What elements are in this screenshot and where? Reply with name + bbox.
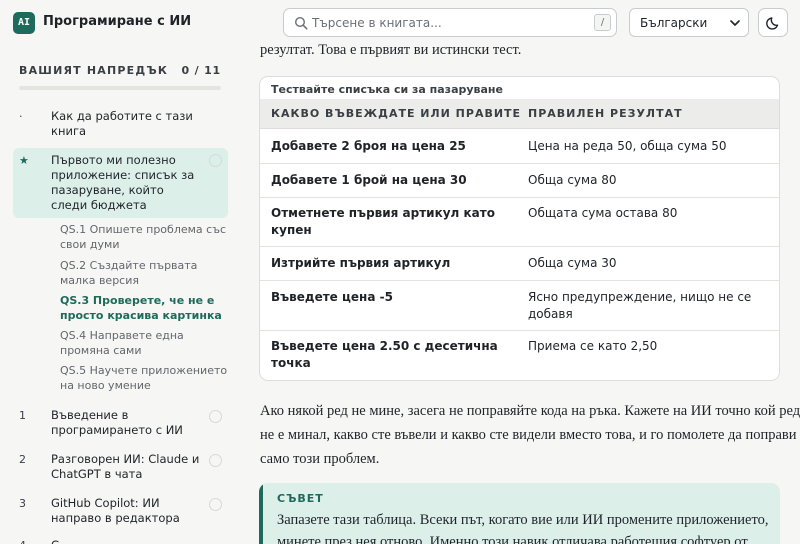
sidebar-chapter-2[interactable]: 2 Разговорен ИИ: Claude и ChatGPT в чата	[13, 450, 228, 484]
table-row: Въведете цена 2.50 с десетична точка При…	[260, 331, 779, 380]
sidebar-section-qs5[interactable]: QS.5 Научете приложението на ново умение	[60, 363, 228, 393]
chapter-label: С	[51, 538, 201, 544]
sidebar-section-qs2[interactable]: QS.2 Създайте първата малка версия	[60, 258, 228, 288]
table-cell-result: Ясно предупреждение, нищо не се добавя	[528, 290, 752, 321]
table-caption: Тествайте списъка си за пазаруване	[271, 83, 503, 96]
chapter-status-circle	[209, 498, 222, 511]
tip-callout: СЪВЕТ Запазете тази таблица. Всеки път, …	[259, 483, 780, 544]
table-cell-result: Цена на реда 50, обща сума 50	[528, 139, 727, 153]
search-input[interactable]	[312, 14, 572, 32]
chapter-label: GitHub Copilot: ИИ направо в редактора	[51, 496, 180, 525]
chapter-label: Първото ми полезно приложение: списък за…	[51, 153, 195, 212]
search-shortcut-key: /	[594, 14, 611, 31]
chapter-status-circle	[209, 454, 222, 467]
sidebar-chapter-3[interactable]: 3 GitHub Copilot: ИИ направо в редактора	[13, 494, 228, 528]
chapter-number: ★	[19, 154, 29, 167]
test-table: Тествайте списъка си за пазаруване КАКВО…	[259, 76, 780, 381]
table-cell-result: Общата сума остава 80	[528, 206, 678, 220]
progress-count: 0 / 11	[181, 64, 221, 77]
sidebar-chapter-1[interactable]: 1 Въведение в програмирането с ИИ	[13, 406, 228, 440]
tip-text-line: Запазете тази таблица. Всеки път, когато…	[277, 512, 769, 528]
table-row: Изтрийте първия артикул Обща сума 30	[260, 247, 779, 281]
paragraph-line: не е минал, какво сте въвели и какво сте…	[260, 427, 797, 443]
table-row: Отметнете първия артикул като купен Обща…	[260, 198, 779, 247]
table-cell-result: Обща сума 80	[528, 173, 617, 187]
search-box[interactable]: /	[283, 8, 617, 37]
table-cell-result: Обща сума 30	[528, 256, 617, 270]
table-cell-result: Приема се като 2,50	[528, 339, 658, 353]
app-logo[interactable]: AI	[13, 12, 35, 34]
sidebar-section-qs3[interactable]: QS.3 Проверете, че не е просто красива к…	[60, 293, 228, 323]
table-cell-action: Добавете 1 брой на цена 30	[271, 173, 467, 187]
table-row: Въведете цена -5 Ясно предупреждение, ни…	[260, 281, 779, 331]
table-row: Добавете 2 броя на цена 25 Цена на реда …	[260, 130, 779, 164]
chapter-status-circle	[209, 410, 222, 423]
paragraph-line: Ако някой ред не мине, засега не поправя…	[260, 403, 800, 419]
language-select[interactable]: Български	[629, 8, 749, 37]
column-header-input: КАКВО ВЪВЕЖДАТЕ ИЛИ ПРАВИТЕ	[271, 107, 522, 120]
chapter-status-circle	[209, 154, 222, 167]
chapter-label: Разговорен ИИ: Claude и ChatGPT в чата	[51, 452, 200, 481]
chapter-number: ·	[19, 110, 23, 123]
main-content: резултат. Това е първият ви истински тес…	[240, 0, 800, 544]
table-cell-action: Въведете цена -5	[271, 290, 393, 304]
paragraph-line: само този проблем.	[260, 451, 380, 467]
progress-bar	[19, 86, 221, 90]
app-title[interactable]: Програмиране с ИИ	[43, 13, 191, 31]
sidebar-chapter-how-to-use[interactable]: · Как да работите с тази книга	[13, 106, 228, 138]
table-row: Добавете 1 брой на цена 30 Обща сума 80	[260, 164, 779, 198]
table-cell-action: Въведете цена 2.50 с десетична точка	[271, 339, 498, 370]
top-bar: AI Програмиране с ИИ / Български	[0, 0, 800, 44]
search-icon	[294, 16, 308, 30]
table-cell-action: Изтрийте първия артикул	[271, 256, 451, 270]
sidebar-chapter-4[interactable]: 4 С	[13, 536, 228, 544]
sidebar-section-qs1[interactable]: QS.1 Опишете проблема със свои думи	[60, 222, 228, 252]
table-cell-action: Отметнете първия артикул като купен	[271, 206, 495, 237]
moon-icon	[766, 17, 779, 30]
chapter-number: 4	[19, 539, 26, 544]
language-selected: Български	[640, 16, 708, 30]
tip-accent-bar	[259, 483, 263, 544]
chapter-number: 3	[19, 497, 26, 510]
chevron-down-icon	[730, 20, 740, 26]
chapter-label: Как да работите с тази книга	[51, 109, 193, 138]
progress-title: ВАШИЯТ НАПРЕДЪК	[19, 64, 169, 77]
chapter-label: Въведение в програмирането с ИИ	[51, 408, 183, 437]
theme-toggle-button[interactable]	[758, 8, 788, 37]
tip-title: СЪВЕТ	[277, 492, 324, 505]
tip-text-line: минете през нея отново. Именно този нави…	[277, 534, 748, 544]
sidebar-section-qs4[interactable]: QS.4 Направете една промяна сами	[60, 328, 228, 358]
sidebar: ВАШИЯТ НАПРЕДЪК 0 / 11 · Как да работите…	[0, 44, 240, 544]
sidebar-chapter-first-app[interactable]: ★ Първото ми полезно приложение: списък …	[13, 148, 228, 218]
table-header: КАКВО ВЪВЕЖДАТЕ ИЛИ ПРАВИТЕ ПРАВИЛЕН РЕЗ…	[260, 99, 779, 129]
chapter-number: 2	[19, 453, 26, 466]
chapter-number: 1	[19, 409, 26, 422]
table-cell-action: Добавете 2 броя на цена 25	[271, 139, 466, 153]
column-header-result: ПРАВИЛЕН РЕЗУЛТАТ	[528, 107, 683, 120]
